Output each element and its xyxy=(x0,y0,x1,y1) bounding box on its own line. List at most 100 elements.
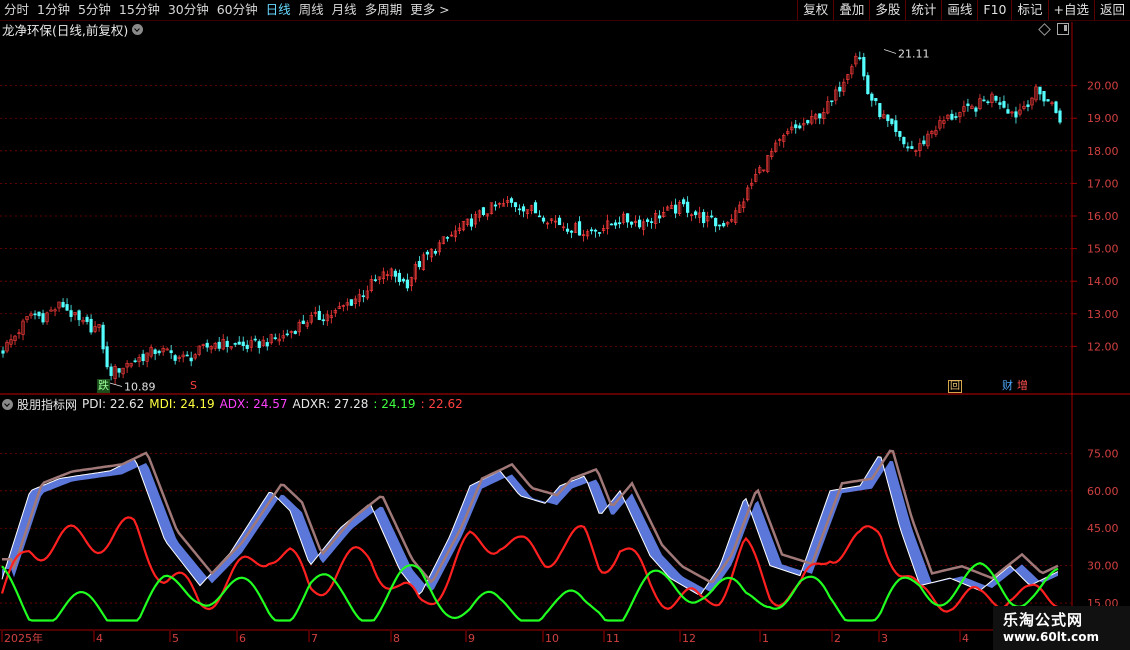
candle-body xyxy=(798,125,802,129)
candle-body xyxy=(141,353,145,362)
watermark: 乐淘公式网 www.60lt.com xyxy=(993,606,1130,650)
candle-body xyxy=(517,208,522,211)
candle-body xyxy=(217,341,221,349)
candle-body xyxy=(714,217,718,227)
tab-period-10[interactable]: 更多 > xyxy=(406,0,453,20)
toolbar-button-7[interactable]: +自选 xyxy=(1047,0,1094,20)
candle-body xyxy=(233,343,237,345)
candle-body xyxy=(806,120,810,124)
candle-body xyxy=(650,221,654,223)
candle-body xyxy=(1014,111,1018,118)
grid-layer xyxy=(0,22,1130,642)
toolbar-button-5[interactable]: F10 xyxy=(977,0,1011,20)
mdi-line xyxy=(1,562,1059,622)
watermark-main: 乐淘公式网 xyxy=(1003,611,1084,629)
toolbar-button-3[interactable]: 统计 xyxy=(905,0,941,20)
price-tick-label: 12.00 xyxy=(1087,340,1119,353)
toolbar-button-1[interactable]: 叠加 xyxy=(833,0,869,20)
candle-body xyxy=(37,311,41,317)
tab-period-4[interactable]: 30分钟 xyxy=(164,0,213,20)
candle-body xyxy=(1058,110,1062,123)
candle-body xyxy=(293,331,297,334)
candle-body xyxy=(225,340,229,348)
toolbar-button-0[interactable]: 复权 xyxy=(797,0,833,20)
tab-period-3[interactable]: 15分钟 xyxy=(115,0,164,20)
chart-title-bar: 龙净环保(日线,前复权) xyxy=(2,21,144,38)
candle-body xyxy=(349,299,353,306)
increase-badge: 增 xyxy=(1017,379,1028,392)
tab-period-6[interactable]: 日线 xyxy=(262,0,295,20)
candle-body xyxy=(966,103,970,106)
candle-body xyxy=(101,324,105,350)
watermark-sub: www.60lt.com xyxy=(1003,630,1100,644)
candle-body xyxy=(906,146,910,149)
candle-body xyxy=(285,333,289,336)
time-tick-label: 9 xyxy=(468,632,475,645)
candle-body xyxy=(189,357,193,362)
candle-body xyxy=(862,57,866,77)
candle-body xyxy=(89,318,93,333)
tab-period-9[interactable]: 多周期 xyxy=(361,0,407,20)
candle-body xyxy=(373,279,377,281)
indicator-lines xyxy=(0,449,1059,622)
candle-body xyxy=(886,114,890,122)
time-tick-label: 11 xyxy=(606,632,620,645)
tab-period-5[interactable]: 60分钟 xyxy=(213,0,262,20)
time-tick-label: 1 xyxy=(762,632,769,645)
candle-body xyxy=(237,341,241,345)
candle-body xyxy=(169,350,173,354)
indicator-dropdown-icon[interactable] xyxy=(2,398,13,410)
candle-body xyxy=(1,350,5,354)
candle-body xyxy=(569,230,574,233)
candle-body xyxy=(265,342,269,347)
candle-body xyxy=(301,320,305,324)
candle-body xyxy=(557,217,562,226)
mdi-value: MDI: 24.19 xyxy=(149,397,215,411)
candle-body xyxy=(593,229,598,232)
diamond-icon[interactable] xyxy=(1038,23,1051,36)
tab-period-0[interactable]: 分时 xyxy=(0,0,33,20)
candle-body xyxy=(565,228,570,232)
toolbar-button-2[interactable]: 多股 xyxy=(869,0,905,20)
candle-body xyxy=(974,107,978,112)
toolbar-button-8[interactable]: 返回 xyxy=(1093,0,1130,20)
tab-period-2[interactable]: 5分钟 xyxy=(74,0,115,20)
time-tick-label: 5 xyxy=(172,632,179,645)
candle-body xyxy=(718,224,722,227)
value-red: : 22.62 xyxy=(420,397,463,411)
toolbar-button-4[interactable]: 画线 xyxy=(941,0,977,20)
candle-body xyxy=(878,103,882,118)
tab-period-7[interactable]: 周线 xyxy=(295,0,328,20)
toolbar-button-6[interactable]: 标记 xyxy=(1011,0,1047,20)
price-tick-label: 14.00 xyxy=(1087,275,1119,288)
finance-badge: 财 xyxy=(1002,379,1013,392)
candle-body xyxy=(401,278,405,282)
indicator-tick-label: 45.00 xyxy=(1087,522,1119,535)
period-tabs: 分时 1分钟 5分钟 15分钟 30分钟 60分钟 日线 周线 月线 多周期 更多 > xyxy=(0,0,454,20)
candle-body xyxy=(205,342,209,348)
candle-body xyxy=(65,304,69,311)
candle-body xyxy=(105,346,109,368)
low-label: 10.89 xyxy=(124,381,156,394)
candle-body xyxy=(417,261,421,268)
candle-body xyxy=(950,113,954,120)
candle-body xyxy=(794,124,798,129)
tab-period-8[interactable]: 月线 xyxy=(328,0,361,20)
candle-body xyxy=(890,118,894,125)
candle-body xyxy=(682,199,686,205)
candle-body xyxy=(493,204,498,207)
time-tick-label: 3 xyxy=(881,632,888,645)
sell-badge: S xyxy=(190,379,197,392)
candle-body xyxy=(589,229,594,232)
candle-body xyxy=(646,219,650,222)
pdi-line xyxy=(0,516,1059,613)
tab-period-1[interactable]: 1分钟 xyxy=(33,0,74,20)
high-pointer xyxy=(883,49,897,54)
candle-body xyxy=(818,113,822,119)
price-tick-label: 16.00 xyxy=(1087,210,1119,223)
title-dropdown-icon[interactable] xyxy=(132,23,144,35)
panel-toggle-icon[interactable] xyxy=(1057,23,1069,35)
candle-body xyxy=(1054,101,1058,113)
candle-body xyxy=(658,215,662,219)
candle-body xyxy=(597,232,602,234)
